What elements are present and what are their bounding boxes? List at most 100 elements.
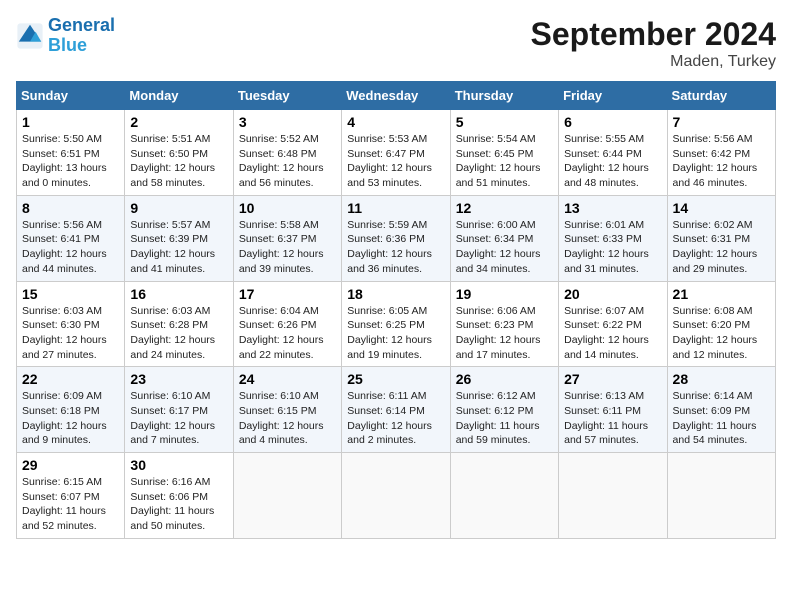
day-info: Sunrise: 6:08 AMSunset: 6:20 PMDaylight:…: [673, 305, 758, 361]
day-number: 8: [22, 200, 119, 216]
logo-icon: [16, 22, 44, 50]
day-number: 30: [130, 457, 227, 473]
calendar-cell: 18 Sunrise: 6:05 AMSunset: 6:25 PMDaylig…: [342, 281, 450, 367]
day-info: Sunrise: 6:10 AMSunset: 6:17 PMDaylight:…: [130, 390, 215, 446]
page-header: General Blue September 2024 Maden, Turke…: [16, 16, 776, 71]
day-number: 29: [22, 457, 119, 473]
day-number: 18: [347, 286, 444, 302]
calendar-cell: [450, 453, 558, 539]
day-header-tuesday: Tuesday: [233, 82, 341, 110]
calendar-cell: 15 Sunrise: 6:03 AMSunset: 6:30 PMDaylig…: [17, 281, 125, 367]
day-info: Sunrise: 6:01 AMSunset: 6:33 PMDaylight:…: [564, 219, 649, 275]
day-number: 21: [673, 286, 770, 302]
calendar-cell: [233, 453, 341, 539]
calendar-cell: 28 Sunrise: 6:14 AMSunset: 6:09 PMDaylig…: [667, 367, 775, 453]
calendar-cell: 29 Sunrise: 6:15 AMSunset: 6:07 PMDaylig…: [17, 453, 125, 539]
day-info: Sunrise: 6:09 AMSunset: 6:18 PMDaylight:…: [22, 390, 107, 446]
calendar-cell: 23 Sunrise: 6:10 AMSunset: 6:17 PMDaylig…: [125, 367, 233, 453]
day-number: 5: [456, 114, 553, 130]
day-info: Sunrise: 5:55 AMSunset: 6:44 PMDaylight:…: [564, 133, 649, 189]
day-number: 16: [130, 286, 227, 302]
calendar-header-row: SundayMondayTuesdayWednesdayThursdayFrid…: [17, 82, 776, 110]
day-number: 9: [130, 200, 227, 216]
day-number: 27: [564, 371, 661, 387]
day-header-wednesday: Wednesday: [342, 82, 450, 110]
calendar-cell: 26 Sunrise: 6:12 AMSunset: 6:12 PMDaylig…: [450, 367, 558, 453]
day-info: Sunrise: 6:00 AMSunset: 6:34 PMDaylight:…: [456, 219, 541, 275]
calendar-cell: 2 Sunrise: 5:51 AMSunset: 6:50 PMDayligh…: [125, 110, 233, 196]
calendar-cell: 3 Sunrise: 5:52 AMSunset: 6:48 PMDayligh…: [233, 110, 341, 196]
day-info: Sunrise: 5:56 AMSunset: 6:41 PMDaylight:…: [22, 219, 107, 275]
title-block: September 2024 Maden, Turkey: [531, 16, 776, 71]
day-info: Sunrise: 6:05 AMSunset: 6:25 PMDaylight:…: [347, 305, 432, 361]
day-info: Sunrise: 6:13 AMSunset: 6:11 PMDaylight:…: [564, 390, 648, 446]
day-info: Sunrise: 6:14 AMSunset: 6:09 PMDaylight:…: [673, 390, 757, 446]
day-info: Sunrise: 6:02 AMSunset: 6:31 PMDaylight:…: [673, 219, 758, 275]
day-number: 10: [239, 200, 336, 216]
calendar-cell: 8 Sunrise: 5:56 AMSunset: 6:41 PMDayligh…: [17, 195, 125, 281]
day-info: Sunrise: 6:06 AMSunset: 6:23 PMDaylight:…: [456, 305, 541, 361]
day-number: 7: [673, 114, 770, 130]
calendar-week-row: 22 Sunrise: 6:09 AMSunset: 6:18 PMDaylig…: [17, 367, 776, 453]
day-number: 6: [564, 114, 661, 130]
day-number: 13: [564, 200, 661, 216]
day-number: 15: [22, 286, 119, 302]
day-number: 28: [673, 371, 770, 387]
day-info: Sunrise: 6:04 AMSunset: 6:26 PMDaylight:…: [239, 305, 324, 361]
day-number: 3: [239, 114, 336, 130]
day-info: Sunrise: 6:07 AMSunset: 6:22 PMDaylight:…: [564, 305, 649, 361]
day-number: 23: [130, 371, 227, 387]
calendar-cell: 14 Sunrise: 6:02 AMSunset: 6:31 PMDaylig…: [667, 195, 775, 281]
calendar-cell: 4 Sunrise: 5:53 AMSunset: 6:47 PMDayligh…: [342, 110, 450, 196]
day-info: Sunrise: 6:12 AMSunset: 6:12 PMDaylight:…: [456, 390, 540, 446]
day-number: 12: [456, 200, 553, 216]
day-number: 25: [347, 371, 444, 387]
day-info: Sunrise: 5:52 AMSunset: 6:48 PMDaylight:…: [239, 133, 324, 189]
day-header-monday: Monday: [125, 82, 233, 110]
day-number: 24: [239, 371, 336, 387]
calendar-cell: 30 Sunrise: 6:16 AMSunset: 6:06 PMDaylig…: [125, 453, 233, 539]
calendar-cell: 10 Sunrise: 5:58 AMSunset: 6:37 PMDaylig…: [233, 195, 341, 281]
month-title: September 2024: [531, 16, 776, 53]
calendar-cell: 17 Sunrise: 6:04 AMSunset: 6:26 PMDaylig…: [233, 281, 341, 367]
day-info: Sunrise: 6:15 AMSunset: 6:07 PMDaylight:…: [22, 476, 106, 532]
day-number: 2: [130, 114, 227, 130]
calendar-cell: 16 Sunrise: 6:03 AMSunset: 6:28 PMDaylig…: [125, 281, 233, 367]
day-number: 22: [22, 371, 119, 387]
location-title: Maden, Turkey: [531, 53, 776, 71]
day-number: 14: [673, 200, 770, 216]
calendar-cell: 25 Sunrise: 6:11 AMSunset: 6:14 PMDaylig…: [342, 367, 450, 453]
calendar-cell: 19 Sunrise: 6:06 AMSunset: 6:23 PMDaylig…: [450, 281, 558, 367]
calendar-cell: 24 Sunrise: 6:10 AMSunset: 6:15 PMDaylig…: [233, 367, 341, 453]
calendar-week-row: 29 Sunrise: 6:15 AMSunset: 6:07 PMDaylig…: [17, 453, 776, 539]
day-info: Sunrise: 5:57 AMSunset: 6:39 PMDaylight:…: [130, 219, 215, 275]
day-number: 17: [239, 286, 336, 302]
calendar-cell: 6 Sunrise: 5:55 AMSunset: 6:44 PMDayligh…: [559, 110, 667, 196]
day-number: 26: [456, 371, 553, 387]
day-number: 1: [22, 114, 119, 130]
calendar-cell: 7 Sunrise: 5:56 AMSunset: 6:42 PMDayligh…: [667, 110, 775, 196]
day-header-saturday: Saturday: [667, 82, 775, 110]
calendar-week-row: 8 Sunrise: 5:56 AMSunset: 6:41 PMDayligh…: [17, 195, 776, 281]
calendar-cell: 9 Sunrise: 5:57 AMSunset: 6:39 PMDayligh…: [125, 195, 233, 281]
day-info: Sunrise: 6:11 AMSunset: 6:14 PMDaylight:…: [347, 390, 432, 446]
day-number: 4: [347, 114, 444, 130]
calendar-cell: 11 Sunrise: 5:59 AMSunset: 6:36 PMDaylig…: [342, 195, 450, 281]
calendar-cell: [342, 453, 450, 539]
day-info: Sunrise: 5:50 AMSunset: 6:51 PMDaylight:…: [22, 133, 107, 189]
calendar-cell: [667, 453, 775, 539]
day-number: 20: [564, 286, 661, 302]
logo: General Blue: [16, 16, 115, 56]
day-info: Sunrise: 5:58 AMSunset: 6:37 PMDaylight:…: [239, 219, 324, 275]
day-info: Sunrise: 5:51 AMSunset: 6:50 PMDaylight:…: [130, 133, 215, 189]
day-number: 11: [347, 200, 444, 216]
day-info: Sunrise: 6:16 AMSunset: 6:06 PMDaylight:…: [130, 476, 214, 532]
day-header-friday: Friday: [559, 82, 667, 110]
day-info: Sunrise: 5:56 AMSunset: 6:42 PMDaylight:…: [673, 133, 758, 189]
calendar-cell: [559, 453, 667, 539]
day-number: 19: [456, 286, 553, 302]
calendar-cell: 27 Sunrise: 6:13 AMSunset: 6:11 PMDaylig…: [559, 367, 667, 453]
calendar-week-row: 15 Sunrise: 6:03 AMSunset: 6:30 PMDaylig…: [17, 281, 776, 367]
day-info: Sunrise: 6:10 AMSunset: 6:15 PMDaylight:…: [239, 390, 324, 446]
calendar-cell: 12 Sunrise: 6:00 AMSunset: 6:34 PMDaylig…: [450, 195, 558, 281]
